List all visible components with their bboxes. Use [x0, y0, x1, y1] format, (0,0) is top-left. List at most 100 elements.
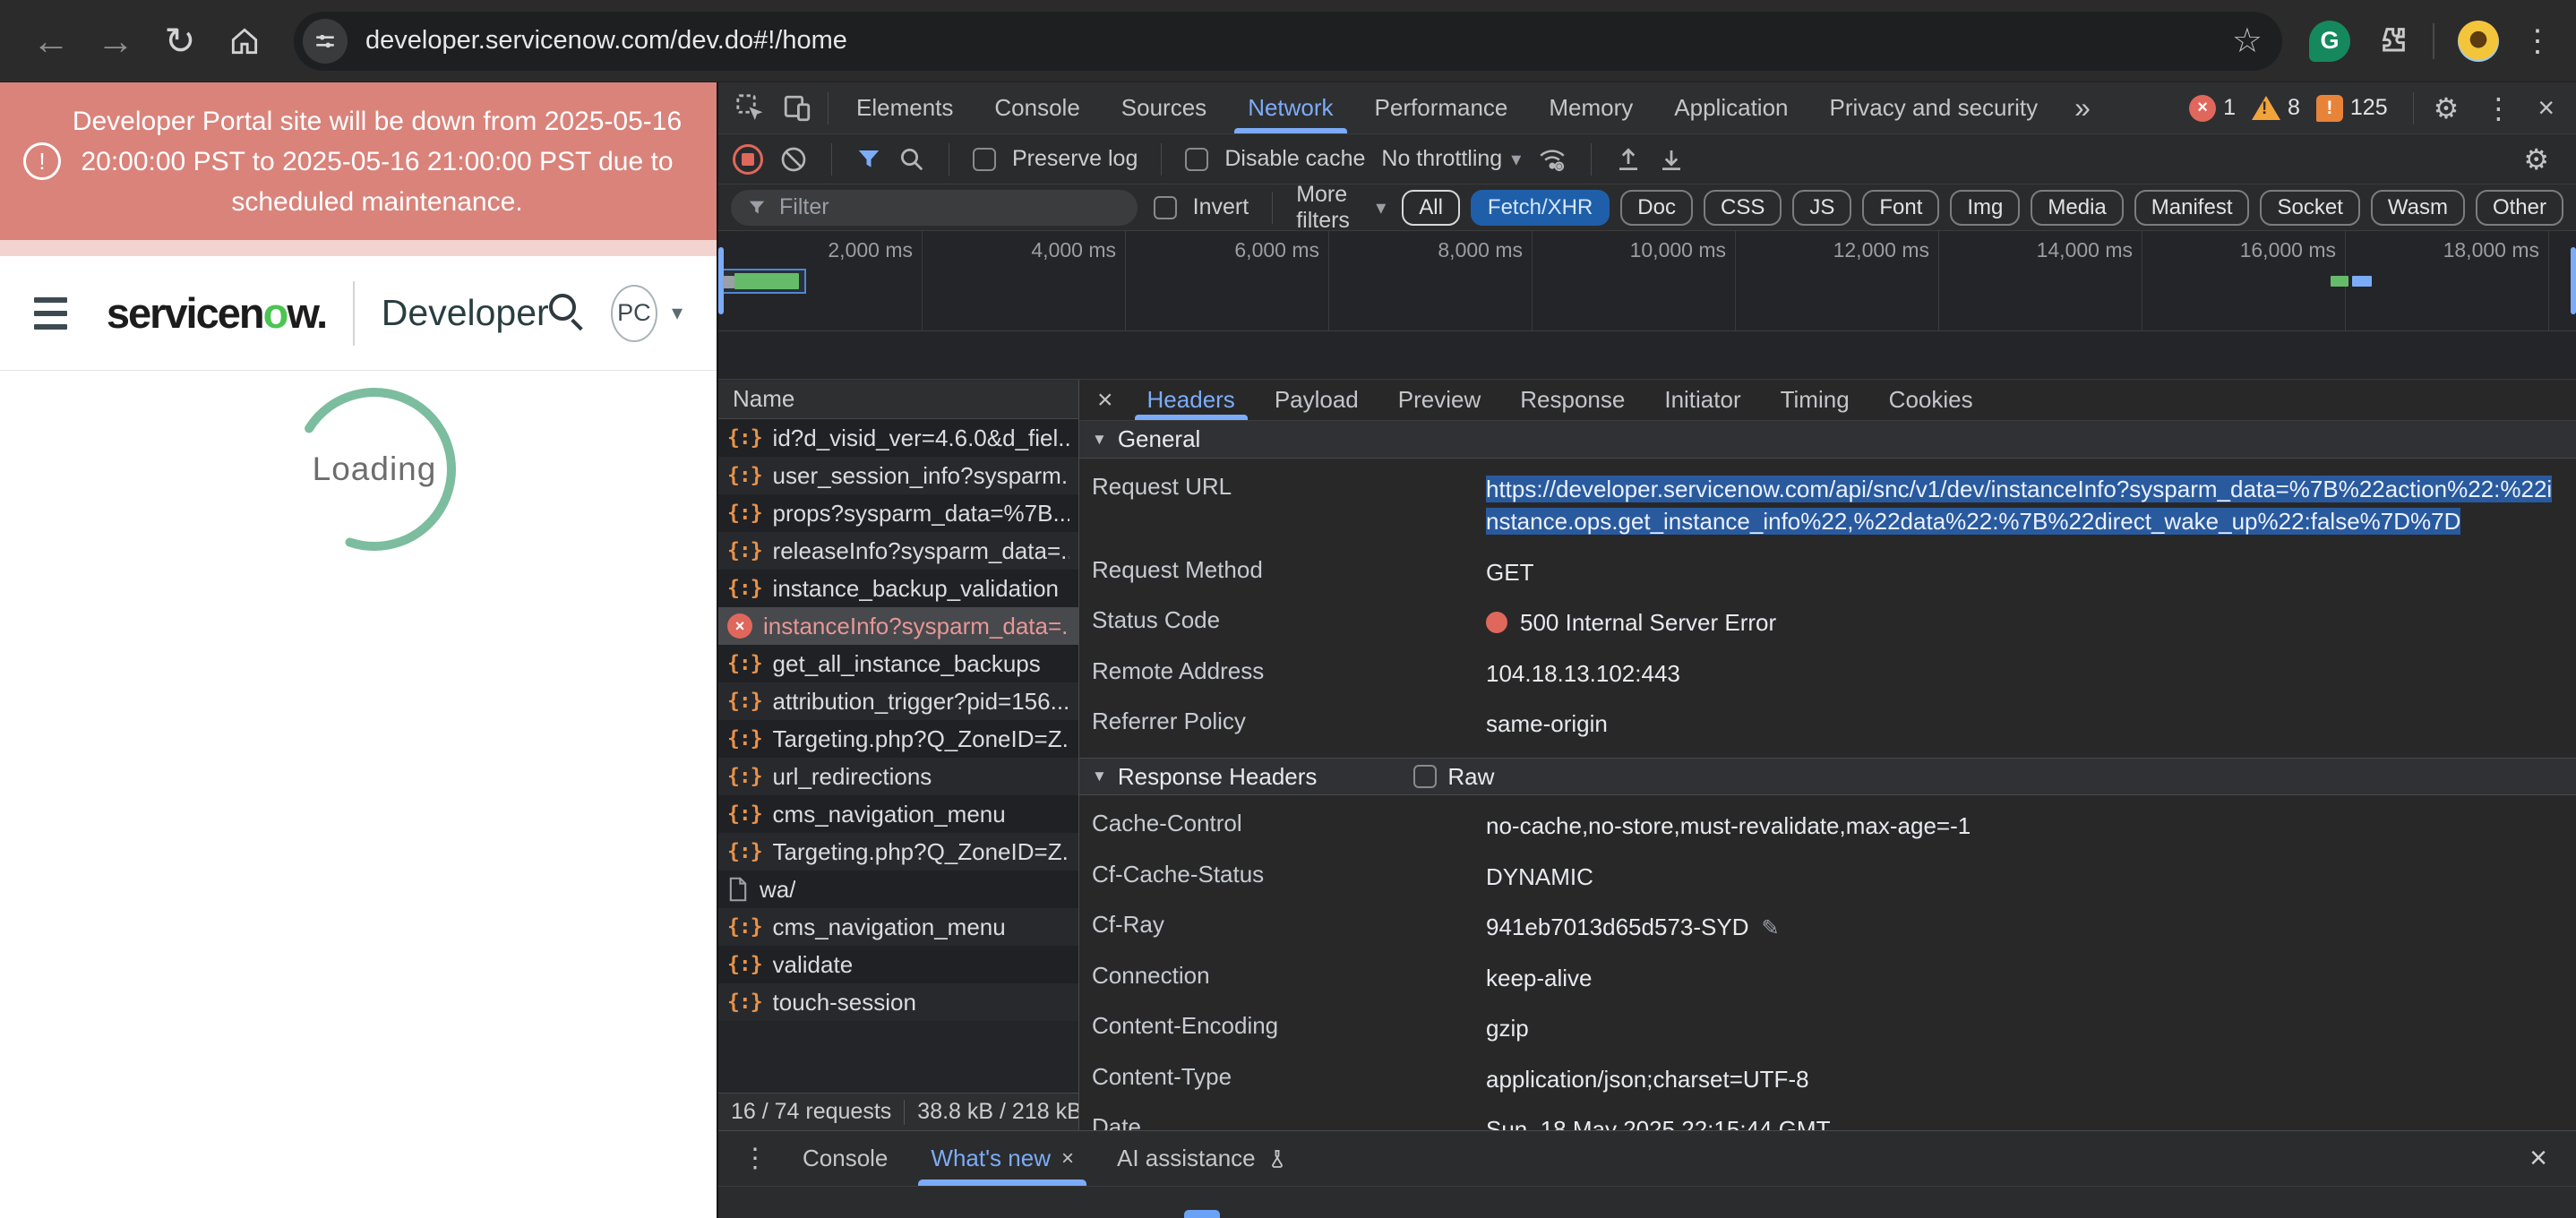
url-bar[interactable]: developer.servicenow.com/dev.do#!/home ☆ [294, 11, 2282, 71]
request-row[interactable]: {:} attribution_trigger?pid=156... [718, 682, 1078, 720]
request-row[interactable]: {:} releaseInfo?sysparm_data=... [718, 532, 1078, 570]
close-details-icon[interactable]: × [1083, 385, 1128, 416]
request-row[interactable]: {:} id?d_visid_ver=4.6.0&d_fiel... [718, 419, 1078, 457]
filter-chip-css[interactable]: CSS [1703, 189, 1782, 226]
request-row[interactable]: wa/ [718, 871, 1078, 908]
timeline-right-handle[interactable] [2571, 247, 2576, 314]
filter-chip-manifest[interactable]: Manifest [2134, 189, 2250, 226]
user-avatar[interactable]: PC [610, 284, 657, 342]
inspect-element-icon[interactable] [727, 89, 774, 128]
invert-checkbox[interactable] [1153, 195, 1177, 219]
detail-tab-payload[interactable]: Payload [1255, 380, 1378, 420]
network-settings-gear-icon[interactable]: ⚙ [2511, 142, 2562, 176]
tab-performance[interactable]: Performance [1354, 82, 1529, 133]
console-badges[interactable]: × 1 8 ! 125 [2189, 94, 2397, 122]
request-row[interactable]: {:} touch-session [718, 983, 1078, 1021]
name-column-header[interactable]: Name [718, 380, 1078, 419]
request-url-value[interactable]: https://developer.servicenow.com/api/snc… [1486, 476, 2553, 536]
detail-tab-initiator[interactable]: Initiator [1644, 380, 1760, 420]
filter-chip-fetch-xhr[interactable]: Fetch/XHR [1470, 189, 1610, 226]
drawer-tab-console[interactable]: Console [781, 1131, 909, 1186]
grammarly-extension-icon[interactable]: G [2309, 20, 2350, 62]
devtools-close-icon[interactable]: × [2525, 91, 2567, 124]
request-row[interactable]: {:} get_all_instance_backups [718, 645, 1078, 682]
tab-sources[interactable]: Sources [1101, 82, 1227, 133]
response-headers-section-header[interactable]: ▼ Response Headers Raw [1079, 758, 2576, 796]
request-row[interactable]: {:} user_session_info?sysparm... [718, 457, 1078, 494]
tab-network[interactable]: Network [1227, 82, 1353, 133]
filter-chip-doc[interactable]: Doc [1620, 189, 1693, 226]
home-icon[interactable] [217, 13, 272, 69]
close-tab-icon[interactable]: × [1061, 1146, 1074, 1171]
reload-icon[interactable]: ↻ [152, 13, 208, 69]
raw-toggle[interactable]: Raw [1413, 763, 1494, 791]
filter-chip-media[interactable]: Media [2031, 189, 2124, 226]
request-row[interactable]: {:} Targeting.php?Q_ZoneID=Z... [718, 720, 1078, 758]
drawer-close-icon[interactable]: × [2512, 1141, 2565, 1176]
raw-checkbox[interactable] [1413, 765, 1438, 789]
request-row[interactable]: {:} Targeting.php?Q_ZoneID=Z... [718, 833, 1078, 871]
preserve-log-checkbox[interactable] [973, 147, 996, 171]
detail-tab-preview[interactable]: Preview [1378, 380, 1500, 420]
hamburger-menu-icon[interactable] [34, 296, 67, 330]
forward-icon[interactable]: → [88, 13, 143, 69]
bookmark-star-icon[interactable]: ☆ [2225, 21, 2270, 61]
devtools-menu-icon[interactable]: ⋮ [2471, 91, 2525, 125]
request-row[interactable]: {:} instance_backup_validation [718, 570, 1078, 607]
filter-chip-socket[interactable]: Socket [2260, 189, 2360, 226]
network-conditions-icon[interactable] [1537, 144, 1567, 175]
more-tabs-icon[interactable]: » [2058, 91, 2107, 124]
filter-chip-js[interactable]: JS [1792, 189, 1852, 226]
network-summary-bar: 16 / 74 requests 38.8 kB / 218 kB [718, 1093, 1078, 1130]
tab-application[interactable]: Application [1653, 82, 1808, 133]
request-row[interactable]: {:} cms_navigation_menu [718, 795, 1078, 833]
request-row[interactable]: × instanceInfo?sysparm_data=... [718, 607, 1078, 645]
extensions-puzzle-icon[interactable] [2374, 23, 2409, 59]
edit-pencil-icon[interactable]: ✎ [1761, 916, 1779, 940]
network-main: Name {:} id?d_visid_ver=4.6.0&d_fiel... {:… [718, 380, 2576, 1130]
import-har-icon[interactable] [1615, 146, 1642, 173]
devtools-settings-gear-icon[interactable]: ⚙ [2421, 91, 2472, 125]
filter-toggle-icon[interactable] [855, 146, 882, 173]
site-settings-icon[interactable] [303, 18, 348, 64]
chevron-down-icon[interactable]: ▾ [672, 300, 683, 326]
more-filters-dropdown[interactable]: More filters ▾ [1296, 182, 1386, 234]
record-network-log-icon[interactable] [733, 143, 763, 175]
request-row[interactable]: {:} cms_navigation_menu [718, 908, 1078, 946]
network-overview-timeline[interactable]: 2,000 ms 4,000 ms 6,000 ms 8,000 ms 10,000 m… [718, 231, 2576, 331]
detail-tab-cookies[interactable]: Cookies [1869, 380, 1993, 420]
general-section-header[interactable]: ▼ General [1079, 421, 2576, 459]
back-icon[interactable]: ← [23, 13, 79, 69]
drawer-tab-what-s-new[interactable]: What's new × [909, 1131, 1095, 1186]
detail-tab-timing[interactable]: Timing [1761, 380, 1869, 420]
request-row[interactable]: {:} validate [718, 946, 1078, 983]
drawer-menu-icon[interactable]: ⋮ [729, 1143, 781, 1174]
filter-chip-other[interactable]: Other [2475, 189, 2563, 226]
url-text[interactable]: developer.servicenow.com/dev.do#!/home [365, 26, 2207, 56]
device-toolbar-icon[interactable] [774, 89, 820, 128]
filter-chip-font[interactable]: Font [1862, 189, 1940, 226]
browser-profile-avatar[interactable] [2458, 20, 2499, 62]
servicenow-logo[interactable]: servicenow. [107, 288, 328, 338]
tab-memory[interactable]: Memory [1528, 82, 1653, 133]
tab-privacy-and-security[interactable]: Privacy and security [1809, 82, 2059, 133]
network-search-icon[interactable] [898, 146, 925, 173]
throttling-dropdown[interactable]: No throttling ▾ [1381, 146, 1521, 172]
drawer-tab-ai-assistance[interactable]: AI assistance [1095, 1131, 1309, 1186]
request-row[interactable]: {:} props?sysparm_data=%7B... [718, 494, 1078, 532]
disable-cache-checkbox[interactable] [1185, 147, 1209, 171]
detail-tab-response[interactable]: Response [1500, 380, 1644, 420]
search-icon[interactable] [548, 293, 583, 333]
export-har-icon[interactable] [1658, 146, 1685, 173]
request-row[interactable]: {:} url_redirections [718, 758, 1078, 795]
tab-console[interactable]: Console [974, 82, 1100, 133]
filter-chip-wasm[interactable]: Wasm [2370, 189, 2465, 226]
clear-network-log-icon[interactable] [779, 145, 808, 174]
filter-chip-img[interactable]: Img [1950, 189, 2021, 226]
tab-elements[interactable]: Elements [836, 82, 974, 133]
filter-chip-all[interactable]: All [1402, 189, 1460, 226]
error-icon: × [727, 613, 752, 639]
detail-tab-headers[interactable]: Headers [1128, 380, 1255, 420]
filter-input[interactable] [779, 194, 1121, 220]
browser-menu-icon[interactable]: ⋮ [2522, 26, 2553, 56]
